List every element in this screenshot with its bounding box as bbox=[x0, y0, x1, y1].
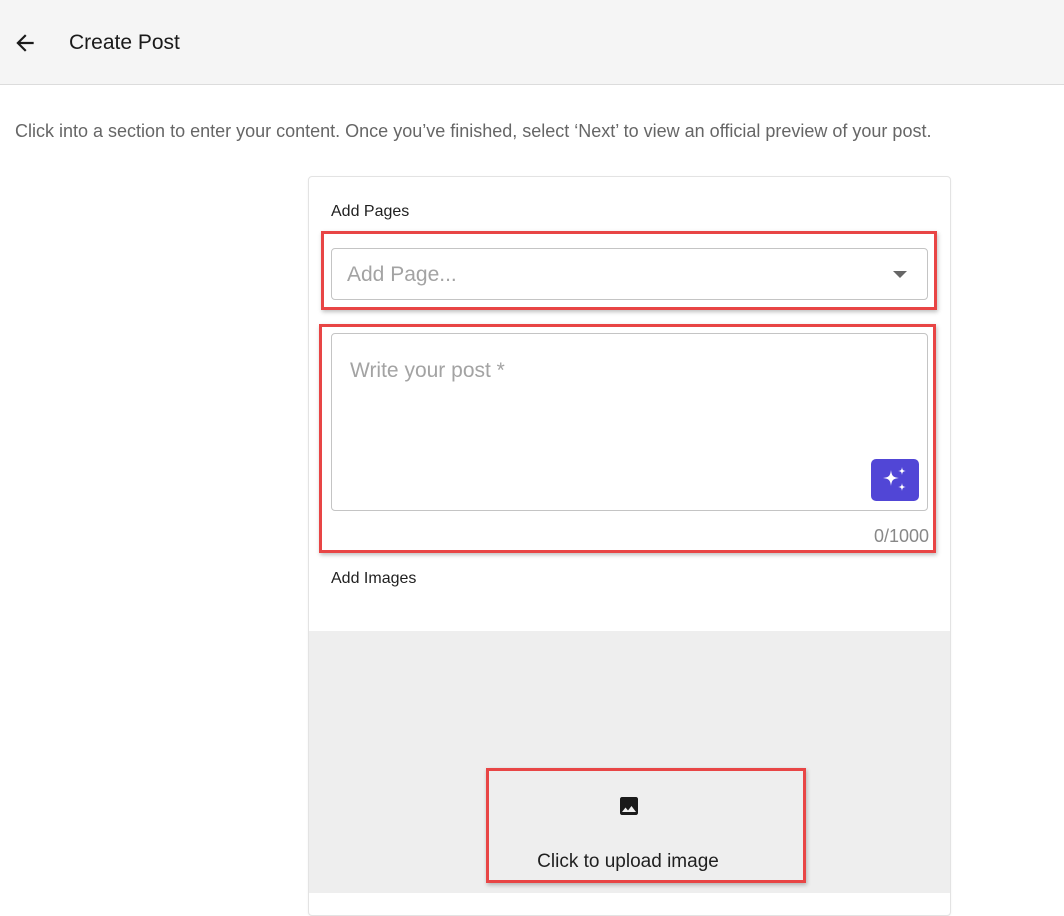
upload-image-label: Click to upload image bbox=[537, 851, 719, 872]
upload-image-button[interactable]: Click to upload image bbox=[490, 772, 802, 880]
add-pages-label: Add Pages bbox=[331, 203, 410, 220]
add-images-label: Add Images bbox=[331, 570, 417, 587]
write-post-placeholder: Write your post * bbox=[350, 359, 505, 382]
write-post-textarea[interactable]: Write your post * bbox=[331, 333, 928, 511]
image-icon bbox=[620, 797, 638, 815]
caret-down-icon bbox=[893, 271, 907, 278]
top-app-bar: Create Post bbox=[0, 0, 1064, 85]
instructions-text: Click into a section to enter your conte… bbox=[15, 121, 932, 141]
add-page-select[interactable]: Add Page... bbox=[331, 248, 928, 300]
arrow-left-icon bbox=[16, 34, 34, 52]
back-button[interactable] bbox=[8, 26, 42, 60]
page-title: Create Post bbox=[69, 31, 180, 54]
add-page-placeholder: Add Page... bbox=[347, 263, 457, 286]
sparkles-icon bbox=[883, 467, 906, 491]
ai-assist-button[interactable] bbox=[871, 459, 919, 501]
character-counter: 0/1000 bbox=[873, 526, 929, 546]
